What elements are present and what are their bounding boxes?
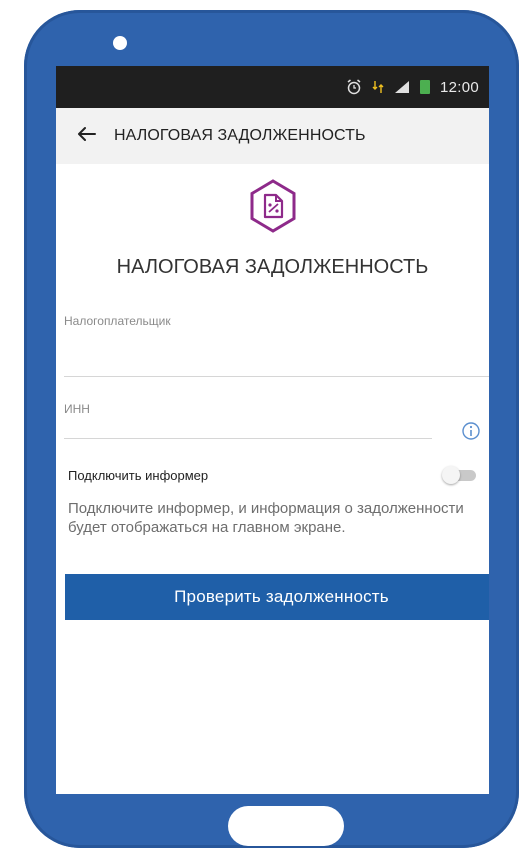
taxpayer-label: Налогоплательщик	[64, 314, 171, 328]
mobile-data-icon	[372, 79, 384, 95]
toolbar: НАЛОГОВАЯ ЗАДОЛЖЕННОСТЬ	[56, 108, 489, 164]
informer-label: Подключить информер	[68, 468, 209, 483]
page-title: НАЛОГОВАЯ ЗАДОЛЖЕННОСТЬ	[114, 127, 366, 144]
inn-underline	[64, 438, 432, 439]
camera-dot	[113, 36, 127, 50]
taxpayer-input[interactable]	[64, 338, 484, 364]
informer-description: Подключите информер, и информация о задо…	[68, 500, 464, 536]
taxpayer-underline	[64, 376, 489, 377]
clock: 12:00	[439, 78, 479, 96]
info-icon[interactable]	[461, 421, 481, 441]
section-heading: НАЛОГОВАЯ ЗАДОЛЖЕННОСТЬ	[116, 256, 429, 278]
informer-toggle[interactable]	[442, 466, 476, 484]
toggle-thumb	[442, 466, 460, 484]
signal-icon	[394, 80, 410, 94]
phone-frame: 12:00 НАЛОГОВАЯ ЗАДОЛЖЕННОСТЬ НАЛОГОВАЯ …	[24, 10, 519, 848]
back-button[interactable]	[64, 108, 108, 164]
check-debt-button[interactable]: Проверить задолженность	[65, 574, 489, 620]
status-bar: 12:00	[56, 66, 489, 108]
status-icons: 12:00	[346, 77, 479, 97]
app-screen: 12:00 НАЛОГОВАЯ ЗАДОЛЖЕННОСТЬ НАЛОГОВАЯ …	[56, 66, 489, 794]
home-button[interactable]	[228, 806, 344, 846]
alarm-icon	[346, 79, 362, 95]
tax-document-icon	[245, 178, 301, 234]
inn-input[interactable]	[64, 408, 432, 434]
battery-icon	[419, 80, 430, 94]
back-arrow-icon	[76, 126, 96, 147]
